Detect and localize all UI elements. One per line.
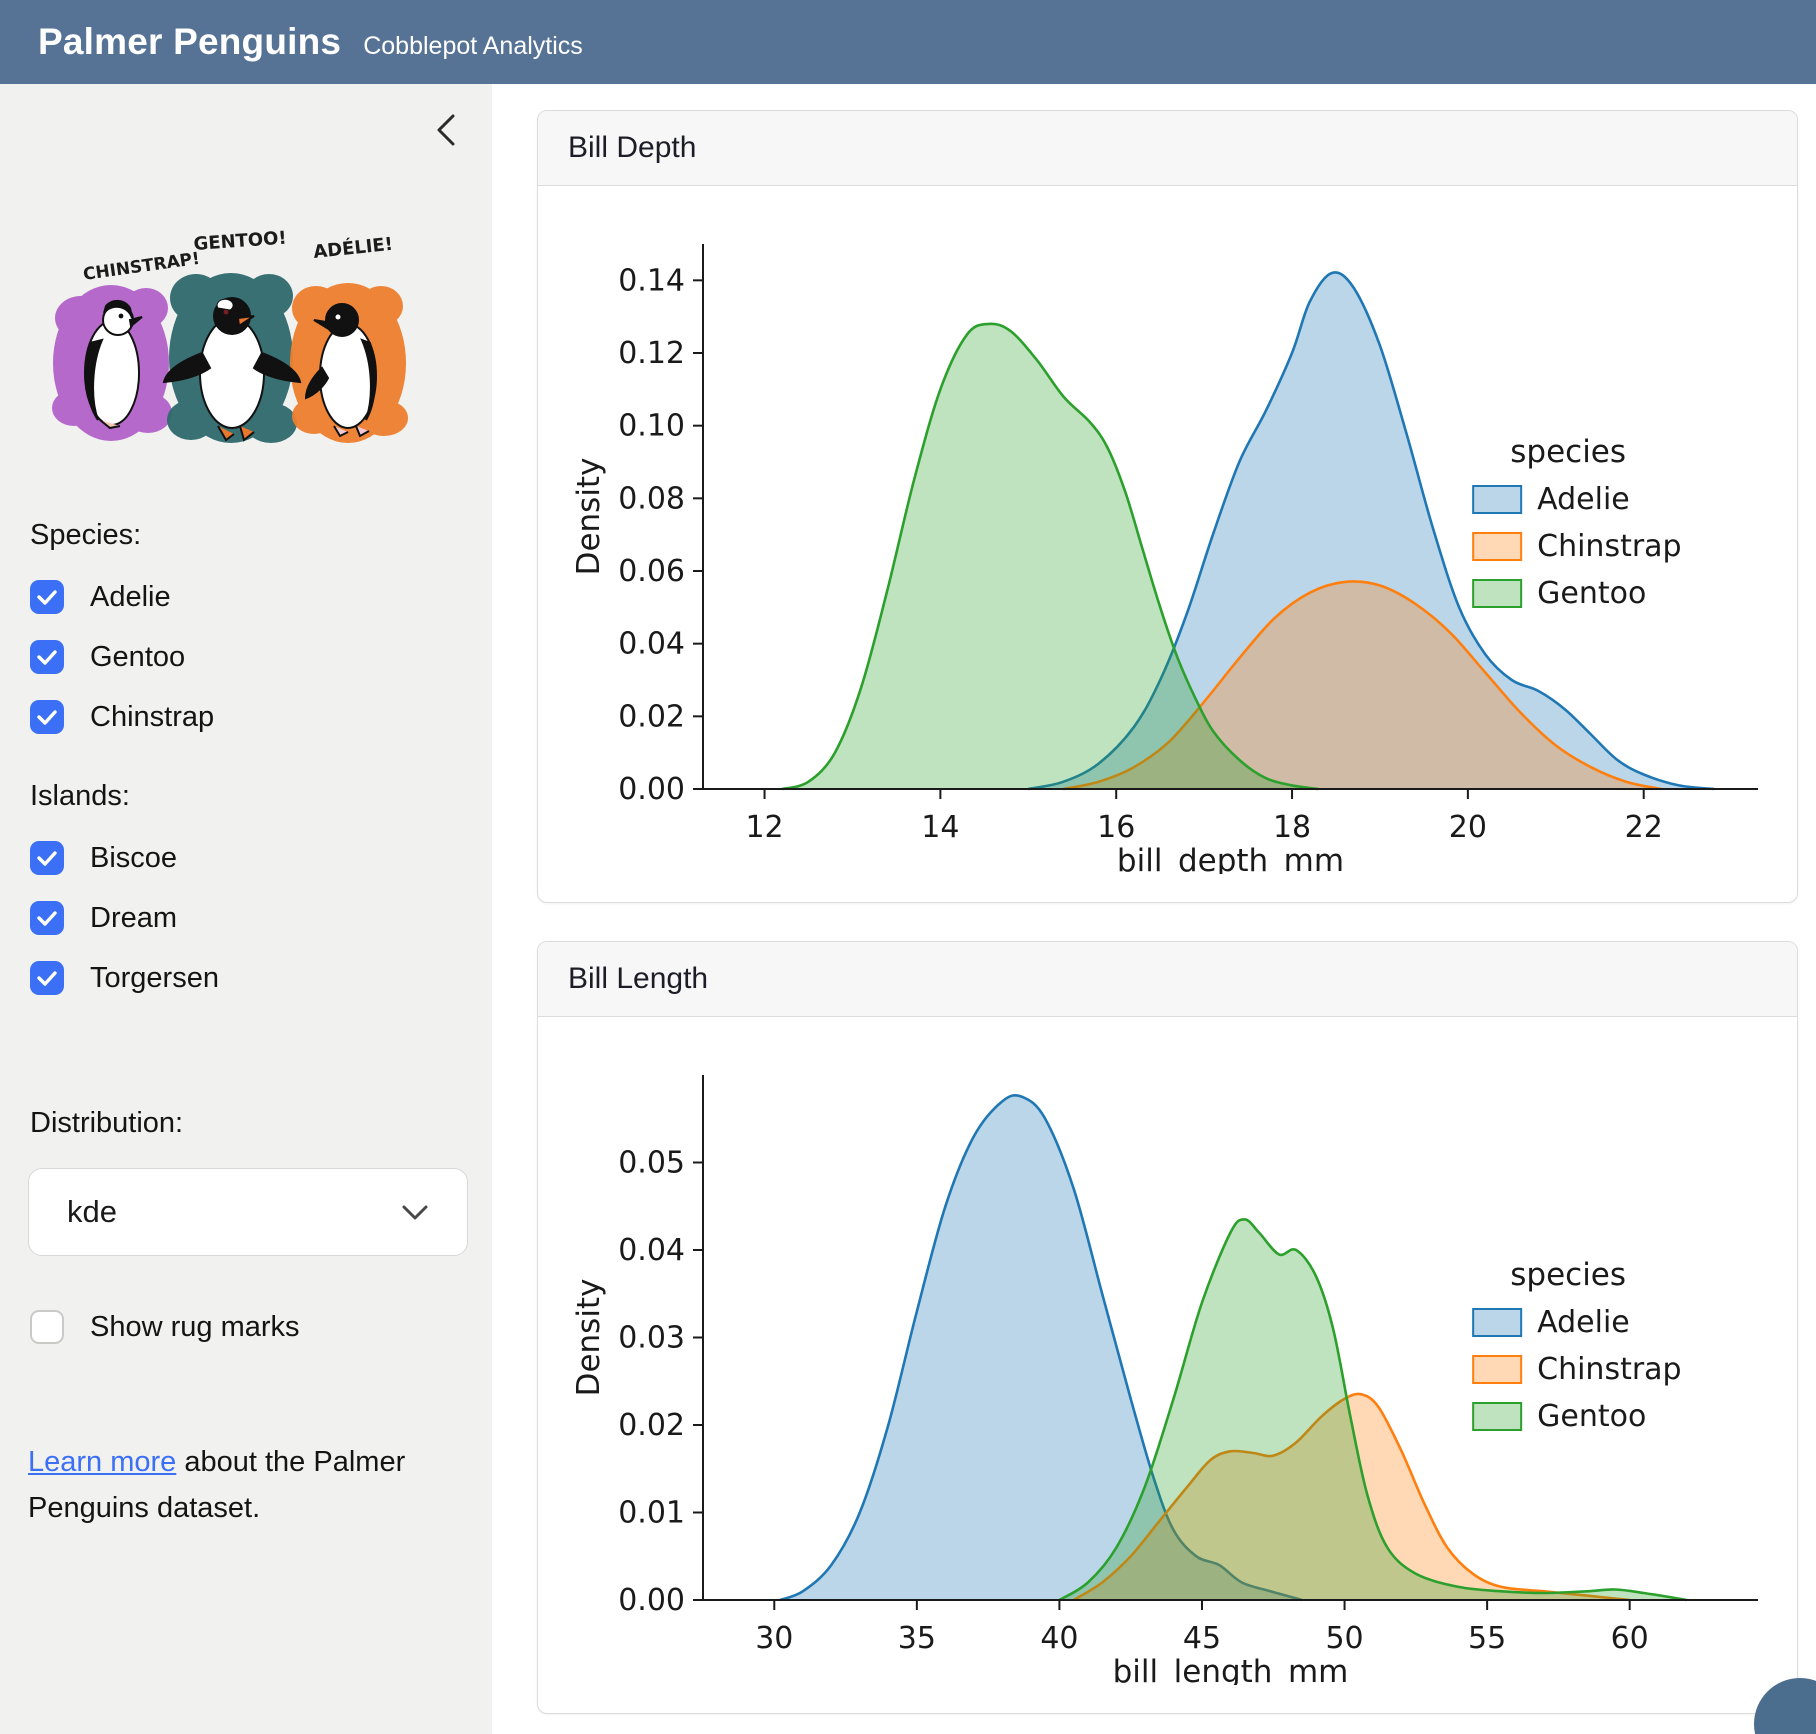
checkbox-label: Biscoe <box>90 842 177 875</box>
svg-text:bill_depth_mm: bill_depth_mm <box>1116 843 1343 874</box>
distribution-heading: Distribution: <box>30 1107 466 1140</box>
checkbox-checked-icon <box>30 700 64 734</box>
checkbox-label: Torgersen <box>90 962 219 995</box>
svg-text:0.12: 0.12 <box>618 336 685 371</box>
checkbox-label: Show rug marks <box>90 1311 300 1344</box>
learn-more-text: Learn more about the Palmer Penguins dat… <box>28 1440 464 1532</box>
svg-text:0.04: 0.04 <box>618 1233 685 1268</box>
penguins-artwork-image: CHINSTRAP! GENTOO! ADÉLIE! <box>26 168 446 468</box>
svg-text:16: 16 <box>1097 810 1135 845</box>
svg-text:12: 12 <box>745 810 783 845</box>
checkbox-checked-icon <box>30 901 64 935</box>
svg-text:species: species <box>1510 1257 1626 1293</box>
svg-text:60: 60 <box>1610 1621 1648 1656</box>
checkbox-checked-icon <box>30 841 64 875</box>
artwork-label-gentoo: GENTOO! <box>193 228 287 255</box>
svg-text:35: 35 <box>897 1621 935 1656</box>
svg-text:0.00: 0.00 <box>618 772 685 807</box>
svg-text:Gentoo: Gentoo <box>1537 1399 1646 1434</box>
bill-depth-density-plot: 0.00 0.02 0.04 0.06 0.08 0.10 0.12 0.14 12 14 16 18… <box>553 214 1783 874</box>
species-heading: Species: <box>30 519 466 552</box>
checkbox-label: Chinstrap <box>90 701 214 734</box>
bill-length-card-title: Bill Length <box>538 942 1797 1017</box>
svg-text:0.03: 0.03 <box>618 1321 685 1356</box>
svg-text:14: 14 <box>921 810 959 845</box>
species-checkbox-gentoo[interactable]: Gentoo <box>30 640 466 674</box>
svg-text:0.10: 0.10 <box>618 409 685 444</box>
artwork-label-adelie: ADÉLIE! <box>312 233 394 263</box>
svg-text:Adelie: Adelie <box>1537 482 1630 517</box>
svg-text:Adelie: Adelie <box>1537 1305 1630 1340</box>
svg-text:Density: Density <box>571 1279 607 1397</box>
svg-text:0.14: 0.14 <box>618 263 685 298</box>
distribution-select[interactable]: kde <box>28 1168 468 1256</box>
chevron-left-icon <box>433 110 459 150</box>
species-checkbox-chinstrap[interactable]: Chinstrap <box>30 700 466 734</box>
svg-text:Chinstrap: Chinstrap <box>1537 1352 1681 1387</box>
checkbox-checked-icon <box>30 640 64 674</box>
sidebar-collapse-button[interactable] <box>428 108 464 152</box>
bill-length-card-body: 0.00 0.01 0.02 0.03 0.04 0.05 30 35 40 45 50 55 60 bi… <box>538 1017 1797 1713</box>
checkbox-label: Dream <box>90 902 177 935</box>
bill-depth-card-title: Bill Depth <box>538 111 1797 186</box>
svg-text:55: 55 <box>1468 1621 1506 1656</box>
checkbox-label: Adelie <box>90 581 171 614</box>
svg-text:20: 20 <box>1448 810 1486 845</box>
svg-text:Gentoo: Gentoo <box>1537 576 1646 611</box>
checkbox-unchecked-icon <box>30 1310 64 1344</box>
svg-text:0.01: 0.01 <box>618 1496 685 1531</box>
main-content: Bill Depth 0.000.020.040.060.080.100.120… <box>492 84 1816 1714</box>
islands-heading: Islands: <box>30 780 466 813</box>
svg-text:0.06: 0.06 <box>618 554 685 589</box>
island-checkbox-torgersen[interactable]: Torgersen <box>30 961 466 995</box>
chevron-down-icon <box>401 1204 429 1221</box>
bill-length-density-plot: 0.00 0.01 0.02 0.03 0.04 0.05 30 35 40 45 50 55 60 bi… <box>553 1045 1783 1685</box>
species-checkbox-adelie[interactable]: Adelie <box>30 580 466 614</box>
svg-text:18: 18 <box>1272 810 1310 845</box>
svg-text:22: 22 <box>1624 810 1662 845</box>
svg-text:40: 40 <box>1040 1621 1078 1656</box>
svg-text:Density: Density <box>571 458 607 576</box>
svg-text:Chinstrap: Chinstrap <box>1537 529 1681 564</box>
svg-text:0.08: 0.08 <box>618 481 685 516</box>
app-header: Palmer Penguins Cobblepot Analytics <box>0 0 1816 84</box>
sidebar: CHINSTRAP! GENTOO! ADÉLIE! Species: Adel… <box>0 84 492 1734</box>
svg-text:50: 50 <box>1325 1621 1363 1656</box>
learn-more-link[interactable]: Learn more <box>28 1446 176 1478</box>
bill-depth-card: Bill Depth 0.000.020.040.060.080.100.120… <box>537 110 1798 903</box>
checkbox-checked-icon <box>30 961 64 995</box>
svg-text:0.02: 0.02 <box>618 1408 685 1443</box>
island-checkbox-biscoe[interactable]: Biscoe <box>30 841 466 875</box>
svg-text:species: species <box>1510 434 1626 470</box>
svg-text:0.04: 0.04 <box>618 627 685 662</box>
svg-text:0.00: 0.00 <box>618 1583 685 1618</box>
app-title: Palmer Penguins <box>38 0 341 84</box>
svg-text:bill_length_mm: bill_length_mm <box>1112 1654 1348 1685</box>
bill-depth-card-body: 0.00 0.02 0.04 0.06 0.08 0.10 0.12 0.14 12 14 16 18… <box>538 186 1797 902</box>
island-checkbox-dream[interactable]: Dream <box>30 901 466 935</box>
bill-length-card: Bill Length 0.00 0.01 0.02 0.03 0.04 0.05 30 35… <box>537 941 1798 1714</box>
checkbox-label: Gentoo <box>90 641 185 674</box>
svg-text:30: 30 <box>755 1621 793 1656</box>
rug-marks-checkbox[interactable]: Show rug marks <box>30 1310 466 1344</box>
app-subtitle: Cobblepot Analytics <box>363 32 583 61</box>
svg-text:0.05: 0.05 <box>618 1146 685 1181</box>
checkbox-checked-icon <box>30 580 64 614</box>
svg-text:45: 45 <box>1182 1621 1220 1656</box>
svg-text:0.02: 0.02 <box>618 699 685 734</box>
distribution-selected-value: kde <box>67 1194 117 1230</box>
